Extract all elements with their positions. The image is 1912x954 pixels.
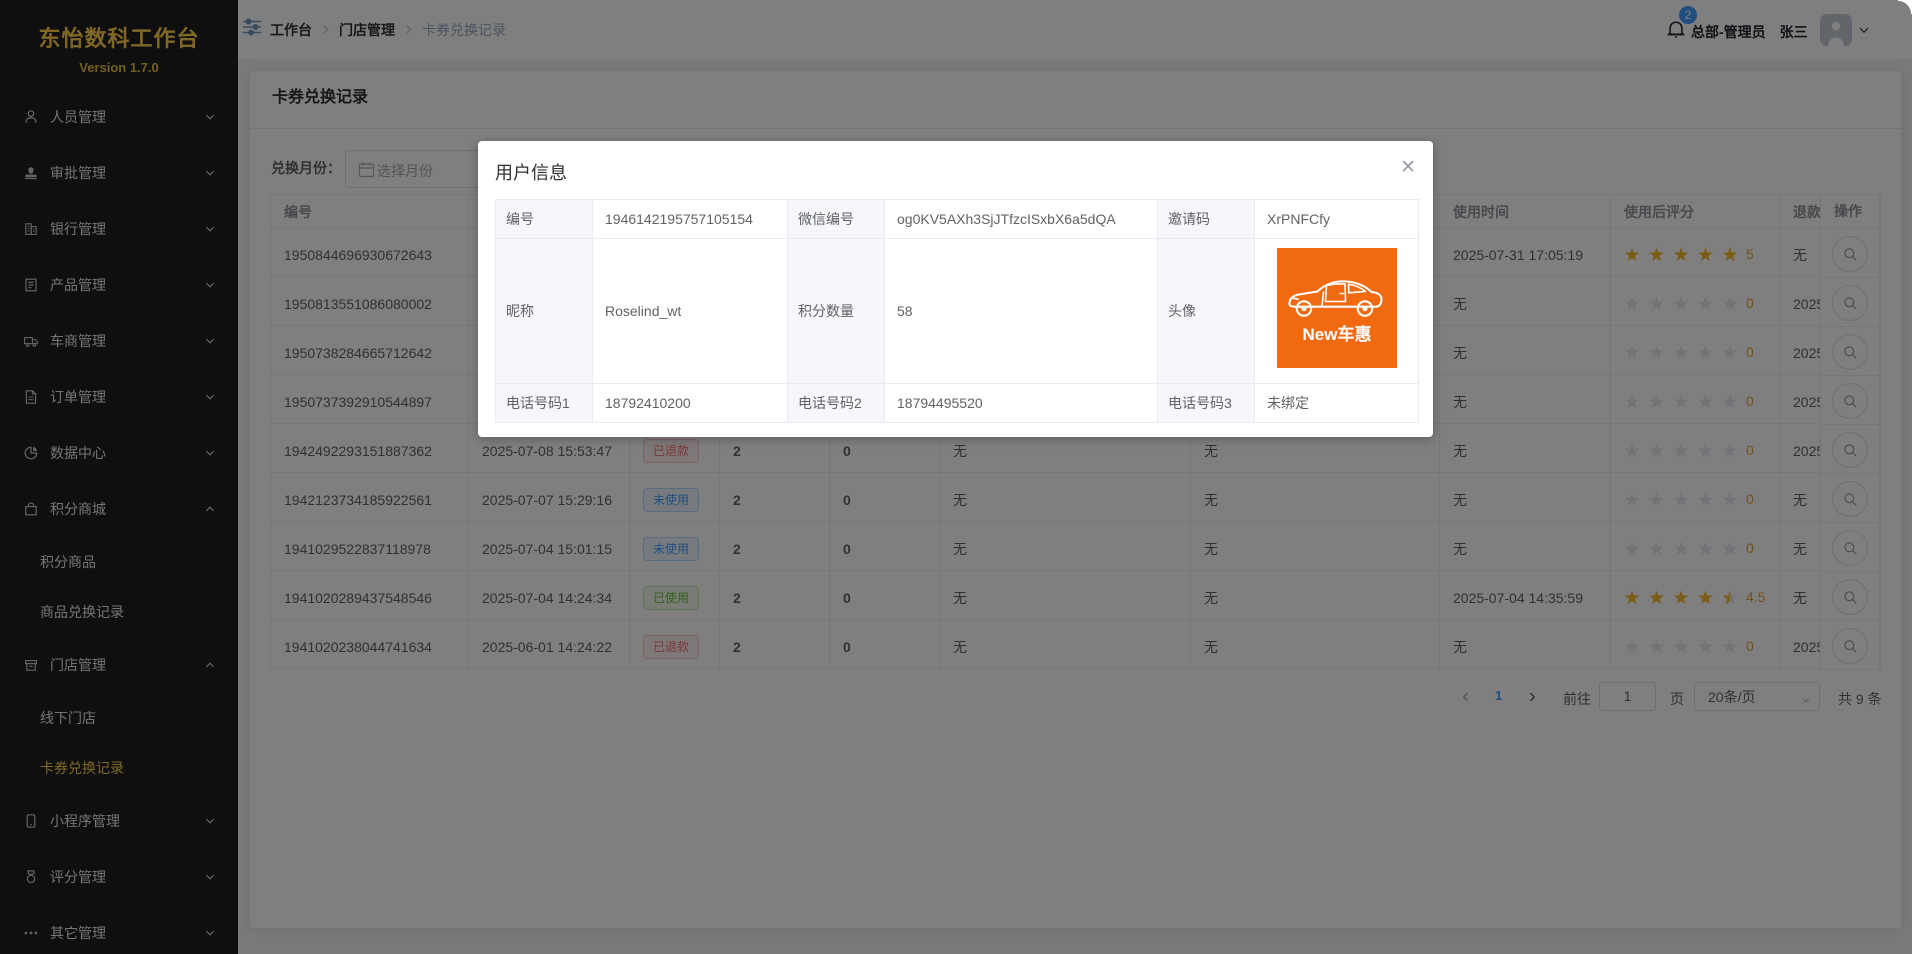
svg-text:New车惠: New车惠 [1302, 324, 1371, 344]
